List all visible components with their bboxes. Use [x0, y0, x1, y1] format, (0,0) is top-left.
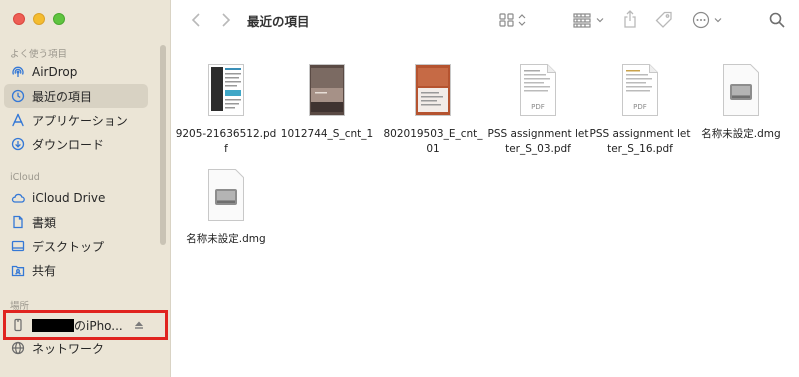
sidebar-item-recents[interactable]: 最近の項目	[4, 84, 148, 108]
document-icon	[11, 215, 25, 229]
close-window-button[interactable]	[13, 13, 25, 25]
pdf-thumbnail: PDF	[518, 62, 558, 116]
window-controls	[13, 13, 65, 25]
icloud-header: iCloud	[10, 172, 40, 183]
tag-icon[interactable]	[654, 9, 674, 31]
sidebar-item-label: AirDrop	[32, 65, 78, 79]
file-item[interactable]: 802019503_E_cnt_01	[381, 62, 485, 157]
zoom-window-button[interactable]	[53, 13, 65, 25]
file-name: 9205-21636512.pdf	[175, 128, 277, 155]
window-title: 最近の項目	[247, 14, 310, 29]
pdf-badge: PDF	[531, 103, 545, 111]
file-name: 1012744_S_cnt_1	[280, 128, 374, 140]
network-icon	[11, 341, 25, 355]
sidebar-item-label: 共有	[32, 263, 57, 278]
sidebar-item-icloud-drive[interactable]: iCloud Drive	[4, 186, 148, 210]
sidebar-item-shared[interactable]: 共有	[4, 258, 148, 282]
disk-image-icon	[206, 167, 246, 221]
group-icon[interactable]	[573, 9, 607, 31]
forward-icon[interactable]	[218, 9, 234, 31]
sidebar-scrollbar[interactable]	[160, 45, 166, 245]
applications-icon	[11, 113, 25, 127]
file-name: 名称未設定.dmg	[701, 128, 781, 140]
file-item[interactable]: 名称未設定.dmg	[689, 62, 793, 142]
file-name: 802019503_E_cnt_01	[383, 128, 483, 155]
minimize-window-button[interactable]	[33, 13, 45, 25]
document-thumbnail	[206, 62, 246, 116]
desktop-icon	[11, 239, 25, 253]
more-icon[interactable]	[692, 9, 724, 31]
sidebar-item-desktop[interactable]: デスクトップ	[4, 234, 148, 258]
sidebar-item-label: 書類	[32, 215, 57, 230]
sidebar-item-label: アプリケーション	[32, 113, 128, 128]
sidebar-item-network[interactable]: ネットワーク	[4, 336, 148, 360]
toolbar: 最近の項目	[172, 0, 799, 40]
sidebar-item-label: デスクトップ	[32, 239, 105, 254]
image-thumbnail	[307, 62, 347, 116]
file-name: 名称未設定.dmg	[186, 233, 266, 245]
airdrop-icon	[11, 65, 25, 79]
file-item[interactable]: PDF PSS assignment letter_S_03.pdf	[486, 62, 590, 157]
sidebar-item-airdrop[interactable]: AirDrop	[4, 60, 148, 84]
sidebar-item-downloads[interactable]: ダウンロード	[4, 132, 148, 156]
clock-icon	[11, 89, 25, 103]
file-item[interactable]: 1012744_S_cnt_1	[275, 62, 379, 142]
sidebar-item-applications[interactable]: アプリケーション	[4, 108, 148, 132]
file-name: PSS assignment letter_S_16.pdf	[589, 128, 691, 155]
sidebar-item-label: ネットワーク	[32, 341, 105, 356]
search-icon[interactable]	[768, 9, 786, 31]
pdf-badge: PDF	[633, 103, 647, 111]
back-icon[interactable]	[188, 9, 204, 31]
sidebar-item-label: ダウンロード	[32, 137, 105, 152]
file-grid: 9205-21636512.pdf 1012744_S_cnt_1 802019…	[172, 40, 799, 377]
file-item[interactable]: 9205-21636512.pdf	[174, 62, 278, 157]
favorites-header: よく使う項目	[10, 49, 68, 60]
sidebar-item-documents[interactable]: 書類	[4, 210, 148, 234]
grid-view-icon[interactable]	[498, 9, 530, 31]
file-name: PSS assignment letter_S_03.pdf	[487, 128, 589, 155]
image-thumbnail	[413, 62, 453, 116]
disk-image-icon	[721, 62, 761, 116]
file-item[interactable]: PDF PSS assignment letter_S_16.pdf	[588, 62, 692, 157]
file-item[interactable]: 名称未設定.dmg	[174, 167, 278, 247]
sidebar-item-label: 最近の項目	[32, 89, 93, 104]
cloud-icon	[11, 191, 25, 205]
sidebar: よく使う項目 AirDrop 最近の項目 アプリケーション ダウンロード iCl…	[0, 0, 171, 377]
shared-folder-icon	[11, 263, 25, 277]
share-icon[interactable]	[622, 8, 638, 30]
sidebar-item-label: iCloud Drive	[32, 191, 106, 205]
pdf-thumbnail: PDF	[620, 62, 660, 116]
download-icon	[11, 137, 25, 151]
